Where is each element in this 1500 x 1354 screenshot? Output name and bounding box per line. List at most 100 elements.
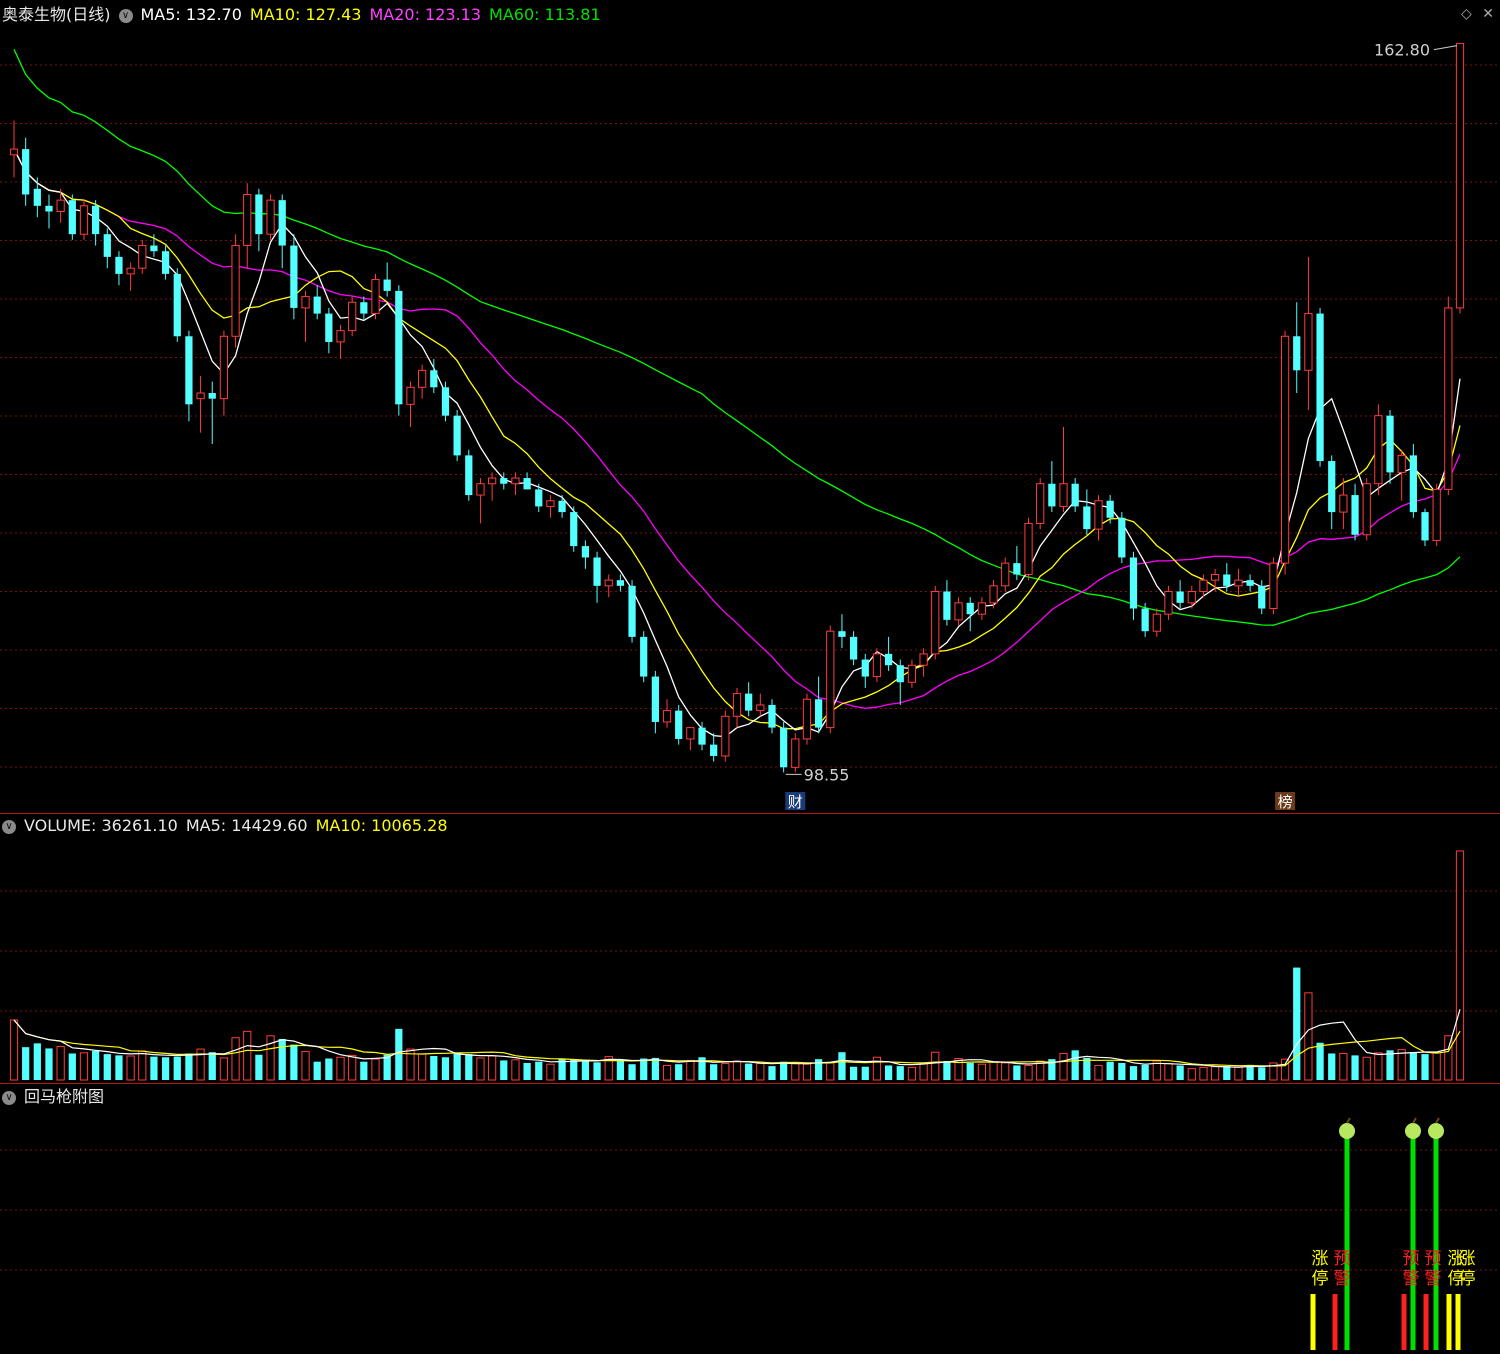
candle-body [1397,454,1406,473]
candle-body [628,585,636,637]
candle-body [721,715,730,757]
candle-body [126,267,135,275]
volume-bar [430,1056,438,1080]
candle-body [1094,500,1103,530]
candle-body [1024,522,1033,575]
volume-bar [919,1063,928,1081]
candle-body [768,704,776,728]
signal-label: 停 [1312,1269,1329,1289]
candle-body [675,710,683,739]
volume-bar [33,1043,41,1080]
volume-bar [732,1060,742,1081]
candle-body [266,199,275,235]
low-price-label: 98.55 [804,765,850,784]
candle-body [1199,579,1208,592]
candle-body [651,676,659,722]
candle-body [570,512,578,547]
volume-bar [79,1052,89,1081]
volume-bar [616,1059,625,1080]
candle-body [1444,307,1453,490]
volume-bar [1106,1061,1114,1080]
signal-label: 预 [1334,1249,1351,1269]
volume-bar [896,1066,904,1080]
volume-panel[interactable] [0,850,1500,1081]
volume-bar [849,1066,858,1080]
candle-body [1001,562,1010,587]
signal-label: 警 [1334,1269,1351,1289]
candle-body [943,591,951,620]
candle-body [278,200,286,246]
warning-bar [1423,1294,1429,1350]
candle-body [1129,557,1138,609]
volume-bar [1328,1053,1336,1080]
candle-body [185,336,193,405]
volume-bar [1339,1052,1348,1081]
candle-body [931,590,940,655]
candle-body [383,279,391,291]
volume-bar [546,1063,555,1081]
volume-bar [68,1053,76,1080]
apple-icon [1339,1123,1355,1139]
candle-body [616,580,625,586]
candle-body [977,602,987,615]
candle-body [395,290,403,405]
volume-bar [651,1057,659,1080]
volume-bar [173,1056,181,1080]
candle-body [371,279,380,315]
candle-body [196,392,205,400]
candle-body [103,234,111,257]
volume-bar [1013,1065,1021,1080]
close-icon[interactable]: ✕ [1482,6,1494,22]
volume-ma5-value: MA5: 14429.60 [185,816,308,835]
volume-bar [954,1058,963,1081]
candle-body [115,256,123,274]
volume-bar [126,1055,135,1081]
volume-bar [92,1050,100,1080]
candle-body [558,500,566,513]
volume-bar [231,1037,240,1081]
candle-body [1071,483,1079,507]
volume-bar [511,1059,520,1081]
candle-body [1386,415,1394,473]
ma10-line [13,148,1461,730]
signal-bar [1410,1135,1416,1350]
volume-bar [1223,1066,1231,1080]
volume-bar [907,1066,917,1081]
candle-body [1234,579,1243,587]
candle-body [686,727,695,740]
indicator-panel[interactable]: 涨停预警预警预警涨停涨停 [0,1117,1500,1350]
candle-body [430,370,438,388]
volume-bar [1432,1052,1441,1081]
volume-bar [570,1059,578,1080]
candle-body [487,477,497,485]
candle-body [1246,580,1254,586]
ma60-value: MA60: 113.81 [489,5,601,24]
volume-bar [628,1064,636,1080]
diamond-icon[interactable]: ◇ [1461,6,1472,22]
candle-body [418,369,427,388]
volume-value: VOLUME: 36261.10 [24,816,178,835]
ma10-value: MA10: 127.43 [249,5,362,24]
candle-body [1013,563,1021,575]
volume-bar [989,1061,998,1081]
ma20-value: MA20: 123.13 [369,5,482,24]
volume-bar [371,1058,380,1081]
chevron-down-icon[interactable]: ∨ [2,1090,16,1105]
volume-bar [593,1062,601,1080]
chevron-down-icon[interactable]: ∨ [118,8,133,23]
signal-label: 涨 [1312,1249,1329,1269]
price-panel[interactable]: 162.80 98.55财 榜 [0,41,1500,811]
apple-icon [1405,1123,1421,1139]
candle-body [989,585,998,604]
candle-body [791,738,800,768]
volume-bar [360,1061,368,1080]
signal-bar [1433,1135,1439,1350]
chevron-down-icon[interactable]: ∨ [2,819,16,834]
event-tag: 榜 [1278,793,1293,811]
volume-bar [1059,1052,1068,1081]
volume-bar [686,1059,695,1081]
ma20-line [13,148,1461,709]
volume-ma5-line [13,1009,1461,1068]
candle-body [838,631,846,637]
limit-up-bar [1455,1294,1461,1350]
